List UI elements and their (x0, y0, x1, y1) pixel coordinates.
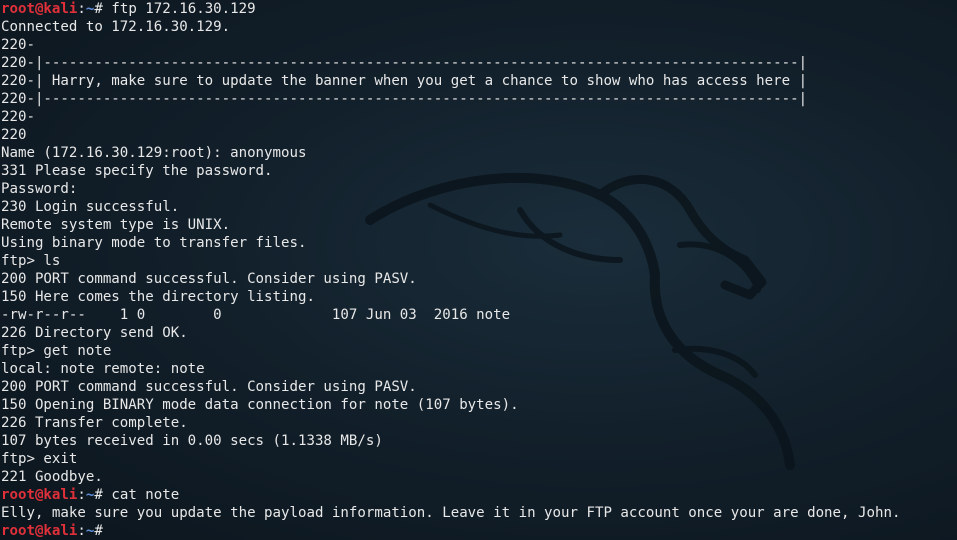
output-line: 150 Opening BINARY mode data connection … (1, 397, 519, 413)
output-line: 200 PORT command successful. Consider us… (1, 379, 417, 395)
output-line: Elly, make sure you update the payload i… (1, 505, 901, 521)
output-line: 220- (1, 37, 35, 53)
output-line: Using binary mode to transfer files. (1, 235, 307, 251)
output-line: 226 Directory send OK. (1, 325, 188, 341)
output-line: Name (172.16.30.129:root): anonymous (1, 145, 307, 161)
terminal-output[interactable]: root@kali:~# ftp 172.16.30.129 Connected … (1, 0, 956, 540)
output-line: 221 Goodbye. (1, 469, 103, 485)
output-line: 220-|-----------------------------------… (1, 91, 808, 107)
output-line: Password: (1, 181, 78, 197)
prompt-user-host: root@kali (1, 523, 78, 539)
output-line: 220-| Harry, make sure to update the ban… (1, 73, 808, 89)
prompt-line: root@kali:~# ftp 172.16.30.129 (1, 0, 956, 18)
prompt-separator: : (77, 523, 86, 539)
output-line: 150 Here comes the directory listing. (1, 289, 315, 305)
output-line: 220- (1, 109, 35, 125)
prompt-symbol: # (94, 523, 112, 539)
prompt-separator: : (77, 487, 86, 503)
prompt-symbol: # (94, 487, 112, 503)
output-line: 331 Please specify the password. (1, 163, 273, 179)
command-text: cat note (111, 487, 180, 503)
output-line: ftp> exit (1, 451, 78, 467)
prompt-symbol: # (94, 1, 112, 17)
prompt-line: root@kali:~# (1, 522, 956, 540)
output-line: 220-|-----------------------------------… (1, 55, 808, 71)
output-line: local: note remote: note (1, 361, 205, 377)
output-line: 107 bytes received in 0.00 secs (1.1338 … (1, 433, 383, 449)
output-line: ftp> get note (1, 343, 112, 359)
output-line: Remote system type is UNIX. (1, 217, 231, 233)
prompt-line: root@kali:~# cat note (1, 486, 956, 504)
command-text: ftp 172.16.30.129 (111, 1, 256, 17)
prompt-user-host: root@kali (1, 487, 78, 503)
output-line: Connected to 172.16.30.129. (1, 19, 231, 35)
output-line: ftp> ls (1, 253, 61, 269)
output-line: 200 PORT command successful. Consider us… (1, 271, 417, 287)
output-line: 226 Transfer complete. (1, 415, 188, 431)
prompt-separator: : (77, 1, 86, 17)
output-line: 220 (1, 127, 27, 143)
text-cursor[interactable] (111, 523, 119, 538)
output-line: -rw-r--r-- 1 0 0 107 Jun 03 2016 note (1, 307, 511, 323)
output-line: 230 Login successful. (1, 199, 180, 215)
prompt-user-host: root@kali (1, 1, 78, 17)
